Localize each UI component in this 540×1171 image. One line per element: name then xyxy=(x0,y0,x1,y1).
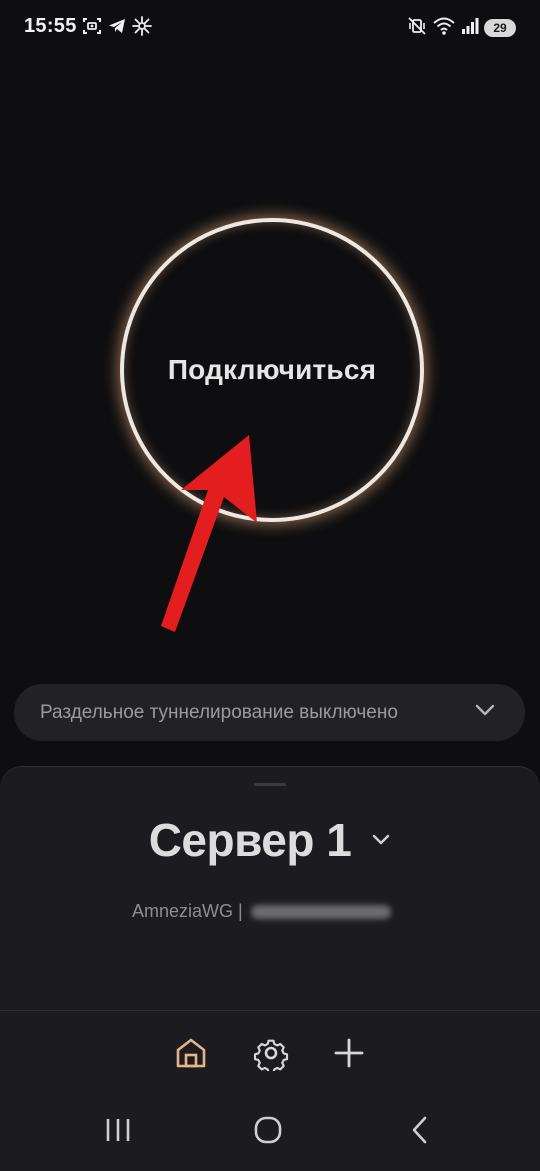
server-name: Сервер 1 xyxy=(148,814,352,866)
status-bar: 15:55 29 xyxy=(0,0,540,56)
sparkle-icon xyxy=(132,15,152,41)
status-left-icons xyxy=(82,15,152,41)
chevron-down-icon xyxy=(475,703,495,722)
split-tunneling-label: Раздельное туннелирование выключено xyxy=(40,701,398,723)
system-home-button[interactable] xyxy=(250,1114,286,1150)
home-icon xyxy=(173,1035,209,1076)
home-button-icon xyxy=(253,1115,283,1150)
mute-vibrate-icon xyxy=(407,16,427,41)
recent-apps-button[interactable] xyxy=(100,1114,136,1150)
server-protocol: AmneziaWG | xyxy=(132,901,243,921)
nav-home[interactable] xyxy=(171,1035,211,1075)
split-tunneling-dropdown[interactable]: Раздельное туннелирование выключено xyxy=(14,684,525,741)
drag-handle[interactable] xyxy=(254,783,286,786)
recent-apps-icon xyxy=(103,1115,133,1150)
system-navigation xyxy=(0,1092,540,1170)
connect-button[interactable]: Подключиться xyxy=(120,218,424,522)
server-info: AmneziaWG | xyxy=(132,901,391,922)
screenshot-icon xyxy=(82,16,102,41)
connect-label: Подключиться xyxy=(167,354,377,385)
battery-icon: 29 xyxy=(484,19,516,37)
blurred-server-address xyxy=(250,904,391,919)
nav-settings[interactable] xyxy=(251,1035,291,1075)
settings-icon xyxy=(253,1035,289,1076)
bottom-nav xyxy=(0,1010,540,1101)
chevron-down-icon xyxy=(371,833,391,852)
nav-add[interactable] xyxy=(329,1035,369,1075)
add-icon xyxy=(333,1037,365,1074)
status-right-icons: 29 xyxy=(407,16,516,40)
back-icon xyxy=(405,1115,435,1150)
back-button[interactable] xyxy=(402,1114,438,1150)
telegram-icon xyxy=(107,16,127,41)
status-time: 15:55 xyxy=(24,15,77,37)
signal-icon xyxy=(461,17,479,40)
wifi-icon xyxy=(432,16,456,41)
server-selector[interactable]: Сервер 1 xyxy=(0,813,540,867)
